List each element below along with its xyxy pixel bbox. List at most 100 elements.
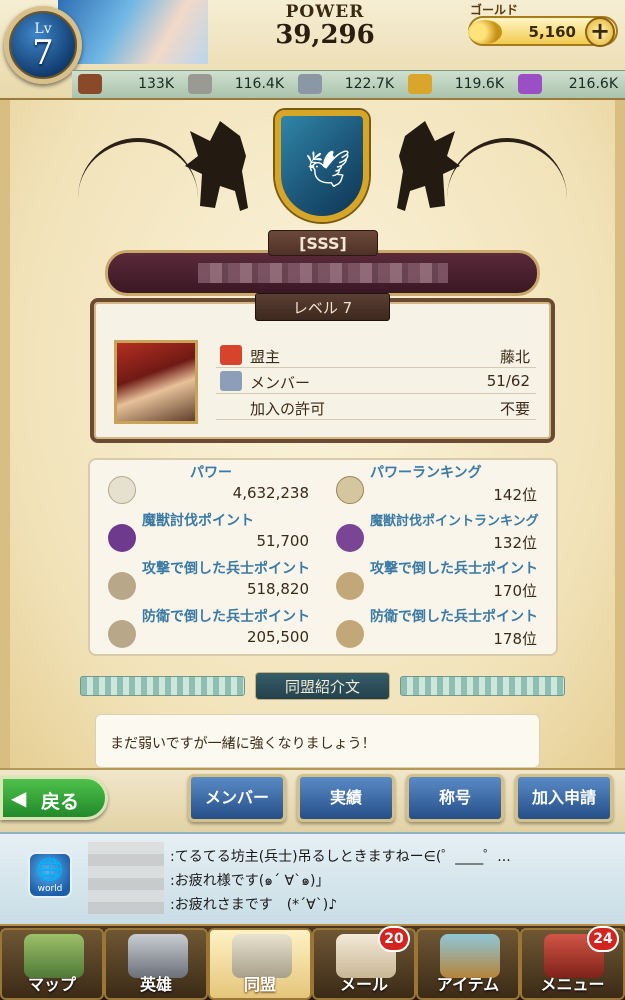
stone-icon <box>188 74 212 94</box>
stat-power-ranking: パワーランキング 142位 <box>330 462 545 508</box>
chat-message: :お疲れさまです (*´∀`)♪ <box>170 897 338 913</box>
resource-value: 122.7K <box>344 76 394 92</box>
members-icon <box>220 371 242 391</box>
leader-flag-icon <box>220 345 242 365</box>
stat-attack-kills-ranking: 攻撃で倒した兵士ポイント 170位 <box>330 558 545 604</box>
world-chat-button[interactable]: 🌐 world <box>28 852 72 898</box>
tab-heroes[interactable]: 英雄 <box>104 928 208 1000</box>
stat-label: 防衛で倒した兵士ポイント <box>370 609 538 625</box>
tab-alliance[interactable]: 同盟 <box>208 928 312 1000</box>
resource-value: 133K <box>138 76 174 92</box>
gold-value: 5,160 <box>528 23 576 41</box>
chat-senders-redacted <box>88 842 164 914</box>
alliance-panel: 🕊 [SSS] 盟主 藤北 メンバー 51/62 加入の許可 不要 レベル 7 … <box>0 100 625 768</box>
ornament-scroll-right <box>447 138 567 198</box>
stat-value: 4,632,238 <box>232 484 309 502</box>
attack-kill-ranking-icon <box>336 572 364 600</box>
chat-panel[interactable]: 🌐 world :てるてる坊主(兵士)吊るしときますねー∈(゜____゜... … <box>0 832 625 924</box>
gold-display: 5,160 + <box>468 16 618 47</box>
resource-value: 119.6K <box>454 76 504 92</box>
top-hud: Lv 7 POWER 39,296 ゴールド 5,160 + 133K 116.… <box>0 0 625 100</box>
achievements-button[interactable]: 実績 <box>297 774 395 822</box>
tab-label: メール <box>339 975 388 994</box>
stat-attack-kills: 攻撃で倒した兵士ポイント 518,820 <box>102 558 317 604</box>
alliance-tag: [SSS] <box>268 230 378 256</box>
bottom-tab-bar: マップ 英雄 同盟 メール 20 アイテム メニュー 24 <box>0 924 625 1000</box>
power-ranking-icon <box>336 476 364 504</box>
intro-text: まだ弱いですが一緒に強くなりましょう！ <box>110 736 376 752</box>
add-gold-button[interactable]: + <box>585 17 615 47</box>
tab-label: アイテム <box>436 975 500 994</box>
tab-label: 同盟 <box>243 975 276 994</box>
info-label: 盟主 <box>250 348 281 366</box>
tab-map[interactable]: マップ <box>0 928 104 1000</box>
tab-menu[interactable]: メニュー 24 <box>520 926 625 1000</box>
stat-value: 51,700 <box>256 532 310 550</box>
power-display: POWER 39,296 <box>210 2 440 62</box>
resource-value: 216.6K <box>568 76 618 92</box>
chat-message: :てるてる坊主(兵士)吊るしときますねー∈(゜____゜... <box>170 849 511 865</box>
power-value: 39,296 <box>275 20 375 50</box>
alliance-emblem-area: 🕊 <box>70 108 575 228</box>
intro-rule-right <box>400 676 565 696</box>
wood-log-icon <box>78 74 102 94</box>
wheat-icon <box>408 74 432 94</box>
tab-mail[interactable]: メール 20 <box>312 926 416 1000</box>
level-value: 7 <box>32 33 54 73</box>
back-button[interactable]: ◀ 戻る <box>0 776 108 820</box>
chat-message: :お疲れ様です(๑´ ∀`๑)」 <box>170 873 330 889</box>
beast-hunt-ranking-icon <box>336 524 364 552</box>
resource-iron[interactable]: 122.7K <box>298 71 398 99</box>
titles-button[interactable]: 称号 <box>406 774 504 822</box>
back-label: 戻る <box>41 791 80 813</box>
intro-header: 同盟紹介文 <box>80 672 565 700</box>
tab-label: メニュー <box>540 975 605 994</box>
iron-ingot-icon <box>298 74 322 94</box>
stat-label: パワーランキング <box>370 465 482 481</box>
info-row-leader: 盟主 藤北 <box>216 342 536 368</box>
alliance-level: レベル 7 <box>255 293 390 321</box>
tab-items[interactable]: アイテム <box>416 928 520 1000</box>
resource-value: 116.4K <box>234 76 284 92</box>
alliance-stats-card: パワー 4,632,238 パワーランキング 142位 魔獣討伐ポイント 51,… <box>88 458 558 656</box>
join-request-button[interactable]: 加入申請 <box>515 774 613 822</box>
resource-wheat[interactable]: 119.6K <box>408 71 508 99</box>
stat-value: 178位 <box>493 630 537 648</box>
info-value: 不要 <box>499 400 530 418</box>
stat-value: 132位 <box>493 534 537 552</box>
alliance-shield[interactable]: 🕊 <box>275 110 369 222</box>
action-button-row: ◀ 戻る メンバー 実績 称号 加入申請 <box>0 768 625 832</box>
crystal-icon <box>518 74 542 94</box>
stat-defense-kills-ranking: 防衛で倒した兵士ポイント 178位 <box>330 606 545 652</box>
stat-label: 魔獣討伐ポイント <box>142 513 254 529</box>
stat-defense-kills: 防衛で倒した兵士ポイント 205,500 <box>102 606 317 652</box>
alliance-name-redacted <box>198 263 448 283</box>
power-wings-icon <box>108 476 136 504</box>
player-level-badge[interactable]: Lv 7 <box>4 6 82 84</box>
resource-wood[interactable]: 133K <box>78 71 178 99</box>
intro-text-box: まだ弱いですが一緒に強くなりましょう！ <box>95 714 540 768</box>
stat-value: 205,500 <box>246 628 309 646</box>
griffin-left-icon <box>185 121 248 211</box>
resource-crystal[interactable]: 216.6K <box>518 71 622 99</box>
info-label: 加入の許可 <box>250 400 326 418</box>
info-row-join-permission: 加入の許可 不要 <box>216 394 536 420</box>
stat-label: パワー <box>190 465 232 481</box>
arrow-left-icon: ◀ <box>11 786 27 810</box>
dove-icon: 🕊 <box>305 149 351 190</box>
stat-value: 170位 <box>493 582 537 600</box>
griffin-right-icon <box>397 121 460 211</box>
stat-beast-hunt-ranking: 魔獣討伐ポイントランキング 132位 <box>330 510 545 556</box>
members-button[interactable]: メンバー <box>188 774 286 822</box>
defense-kill-ranking-icon <box>336 620 364 648</box>
leader-portrait[interactable] <box>114 340 198 424</box>
gold-coins-icon <box>468 20 502 44</box>
defense-kill-icon <box>108 620 136 648</box>
resource-bar: 133K 116.4K 122.7K 119.6K 216.6K <box>72 70 625 98</box>
stat-value: 142位 <box>493 486 537 504</box>
power-label: POWER <box>285 2 365 22</box>
resource-stone[interactable]: 116.4K <box>188 71 288 99</box>
info-value: 藤北 <box>499 348 530 366</box>
tab-label: マップ <box>27 975 76 994</box>
mail-badge: 20 <box>378 926 410 952</box>
